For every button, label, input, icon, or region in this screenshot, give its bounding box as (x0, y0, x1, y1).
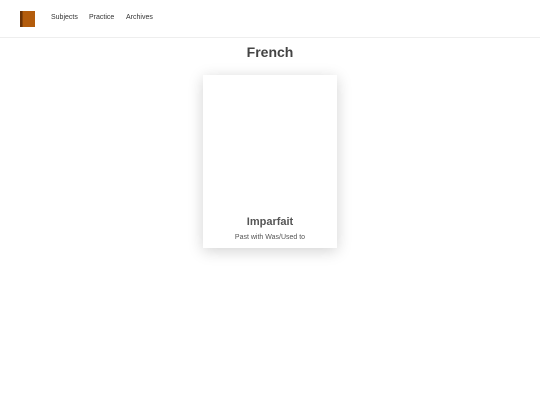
card-subtitle: Past with Was/Used to (234, 234, 306, 241)
card-title: Imparfait (246, 216, 294, 228)
nav-archives[interactable]: Archives (126, 14, 153, 21)
page-title: French (246, 44, 294, 60)
flashcard-imparfait[interactable]: Imparfait Past with Was/Used to (203, 75, 337, 248)
nav-subjects[interactable]: Subjects (51, 14, 78, 21)
nav-practice[interactable]: Practice (89, 14, 114, 21)
top-navigation-bar: Subjects Practice Archives (0, 0, 540, 38)
book-icon[interactable] (20, 11, 35, 27)
